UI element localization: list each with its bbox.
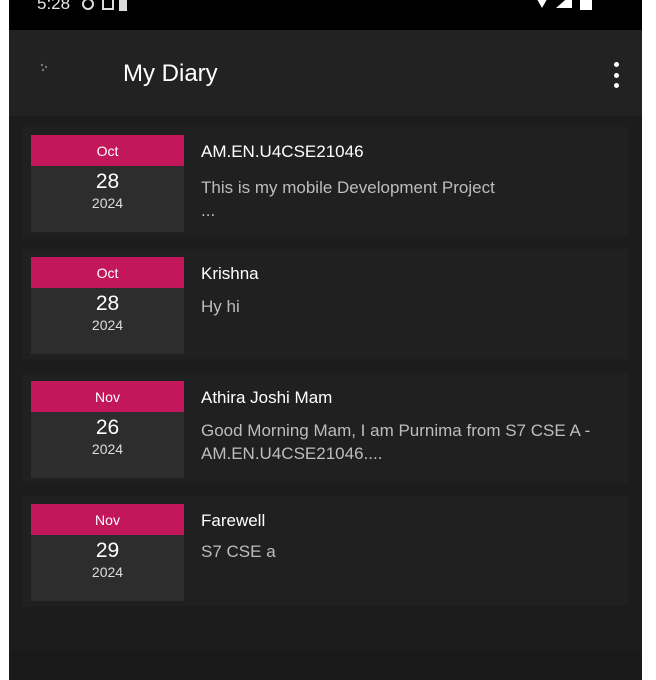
list-item[interactable]: Oct 28 2024 Krishna Hy hi <box>22 249 628 359</box>
list-item[interactable]: Nov 26 2024 Athira Joshi Mam Good Mornin… <box>22 373 628 483</box>
entry-body: Hy hi <box>201 297 240 316</box>
entry-body: Good Morning Mam, I am Purnima from S7 C… <box>201 421 591 463</box>
date-badge: Nov 29 2024 <box>31 504 184 601</box>
list-item[interactable]: Nov 29 2024 Farewell S7 CSE a <box>22 496 628 606</box>
entry-year: 2024 <box>91 564 124 580</box>
entry-day: 29 <box>95 539 120 562</box>
app-logo-icon <box>40 63 48 72</box>
entry-month: Oct <box>31 135 184 166</box>
status-bar: 5:28 <box>9 0 642 30</box>
entry-day: 26 <box>95 416 120 439</box>
status-icons-right <box>526 0 606 19</box>
date-badge: Nov 26 2024 <box>31 381 184 478</box>
entry-year: 2024 <box>91 317 124 333</box>
entry-title: Athira Joshi Mam <box>201 388 333 407</box>
entry-day: 28 <box>95 170 120 193</box>
entry-month: Nov <box>31 504 184 535</box>
overflow-menu-icon[interactable] <box>606 59 626 91</box>
battery-icon <box>537 0 592 10</box>
phone-screen: 5:28 My Diary Oct 28 2024 AM.EN.U4CSE210… <box>9 0 642 680</box>
date-badge: Oct 28 2024 <box>31 135 184 232</box>
date-badge: Oct 28 2024 <box>31 257 184 354</box>
entry-month: Oct <box>31 257 184 288</box>
entry-year: 2024 <box>91 195 124 211</box>
entry-title: Krishna <box>201 264 259 283</box>
settings-icon <box>82 0 127 11</box>
entry-year: 2024 <box>91 441 124 457</box>
entry-title: AM.EN.U4CSE21046 <box>201 142 364 161</box>
list-item[interactable]: Oct 28 2024 AM.EN.U4CSE21046 This is my … <box>22 127 628 237</box>
bottom-area <box>9 650 642 680</box>
entry-body: S7 CSE a <box>201 542 276 561</box>
entry-day: 28 <box>95 292 120 315</box>
status-icons-left <box>81 0 141 19</box>
app-bar: My Diary <box>9 30 642 116</box>
page-title: My Diary <box>123 60 218 87</box>
status-time: 5:28 <box>37 0 71 13</box>
entry-title: Farewell <box>201 511 266 530</box>
entry-body: This is my mobile Development Project ..… <box>201 178 495 220</box>
entry-month: Nov <box>31 381 184 412</box>
